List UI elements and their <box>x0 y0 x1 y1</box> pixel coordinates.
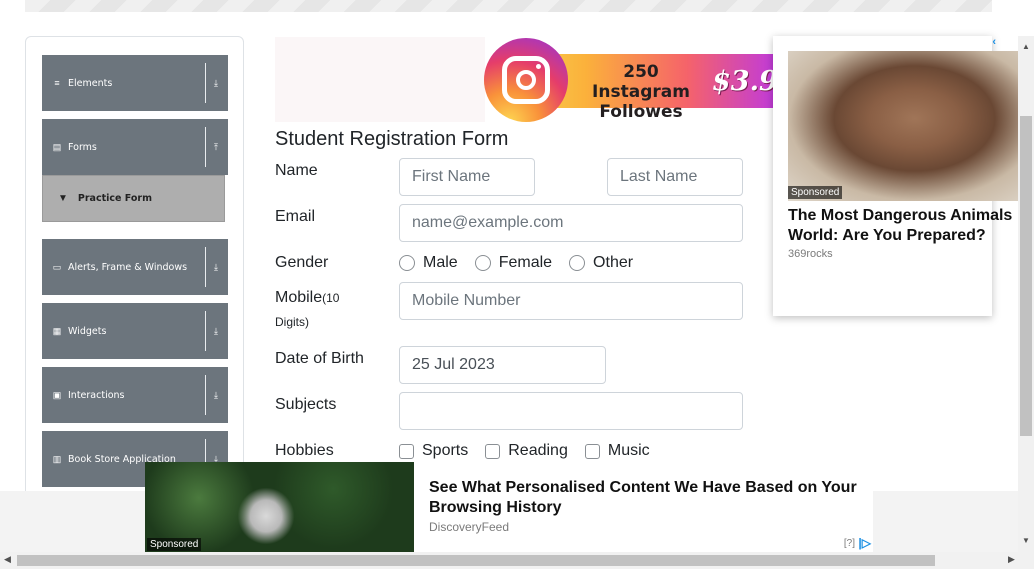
sidebar-group-label: Alerts, Frame & Windows <box>68 261 188 273</box>
sidebar-group-alerts[interactable]: ▭ Alerts, Frame & Windows ⤓ <box>42 239 228 295</box>
html5-icon: ▼ <box>58 193 68 204</box>
faded-ad-image <box>275 37 485 122</box>
scroll-thumb[interactable] <box>1020 116 1032 436</box>
dob-label: Date of Birth <box>275 350 364 367</box>
email-input[interactable]: name@example.com <box>399 204 743 242</box>
right-sponsored-ad[interactable]: ‹ Sponsored The Most Dangerous Animals W… <box>773 36 1018 316</box>
divider <box>205 63 206 103</box>
sidebar-group-label: Forms <box>68 141 97 153</box>
checkbox[interactable] <box>485 443 501 459</box>
mobile-hint-2: Digits) <box>275 315 310 329</box>
ad-source: DiscoveryFeed <box>429 520 510 534</box>
gender-label: Gender <box>275 254 329 271</box>
scroll-thumb[interactable] <box>17 555 935 566</box>
ad-image <box>788 51 1018 201</box>
collapse-arrow-icon: ⤒ <box>214 141 218 152</box>
sidebar-group-label: Elements <box>68 77 113 89</box>
last-name-input[interactable]: Last Name <box>607 158 743 196</box>
scroll-left-icon[interactable]: ◀ <box>4 554 11 565</box>
sidebar-group-interactions[interactable]: ▣ Interactions ⤓ <box>42 367 228 423</box>
book-icon: ▥ <box>52 453 62 464</box>
window-icon: ▭ <box>52 261 62 272</box>
email-label: Email <box>275 208 316 225</box>
radio-button[interactable] <box>569 255 586 271</box>
checkbox[interactable] <box>584 443 600 459</box>
adchoices-icon[interactable]: |▷ <box>858 536 871 550</box>
page-viewport: ≡ Elements ⤓ ▤ Forms ⤒ ▼ Practice Form ▭… <box>0 0 1034 569</box>
instagram-ad-price: $3.99 <box>712 66 774 97</box>
gender-radio-group: Male Female Other <box>399 254 650 272</box>
form-icon: ▤ <box>52 141 62 152</box>
expand-arrow-icon: ⤓ <box>214 389 218 400</box>
horizontal-scrollbar[interactable]: ◀ ▶ <box>0 552 1034 569</box>
sidebar-group-label: Widgets <box>68 325 107 337</box>
divider <box>205 127 206 167</box>
form-title: Student Registration Form <box>275 128 509 150</box>
mobile-input[interactable]: Mobile Number <box>399 282 743 320</box>
mobile-hint: (10 <box>322 291 340 305</box>
mobile-label: Mobile(10 Digits) <box>275 289 340 329</box>
instagram-icon <box>484 38 568 122</box>
scroll-right-icon[interactable]: ▶ <box>1008 554 1015 565</box>
sidebar-item-label: Practice Form <box>77 193 152 204</box>
sidebar-group-widgets[interactable]: ▦ Widgets ⤓ <box>42 303 228 359</box>
sidebar-group-label: Interactions <box>68 389 125 401</box>
gender-option-female[interactable]: Female <box>474 254 552 272</box>
hobby-option-sports[interactable]: Sports <box>399 442 468 460</box>
gender-option-other[interactable]: Other <box>569 254 633 272</box>
hobby-option-music[interactable]: Music <box>584 442 650 460</box>
adchoices-icon[interactable]: ‹ <box>992 36 996 48</box>
hobbies-checkbox-group: Sports Reading Music <box>399 442 667 460</box>
sponsored-badge: Sponsored <box>147 538 202 551</box>
first-name-input[interactable]: First Name <box>399 158 535 196</box>
sidebar-group-forms[interactable]: ▤ Forms ⤒ <box>42 119 228 175</box>
list-icon: ≡ <box>54 78 60 88</box>
radio-button[interactable] <box>399 255 415 271</box>
radio-button[interactable] <box>474 255 491 271</box>
ad-source: 369rocks <box>788 248 833 260</box>
widgets-icon: ▦ <box>52 325 62 336</box>
sidebar: ≡ Elements ⤓ ▤ Forms ⤒ ▼ Practice Form ▭… <box>25 36 244 506</box>
ad-headline[interactable]: The Most Dangerous Animals World: Are Yo… <box>788 206 1028 246</box>
hobbies-label: Hobbies <box>275 442 334 459</box>
subjects-label: Subjects <box>275 396 337 413</box>
gender-option-male[interactable]: Male <box>399 254 458 272</box>
sidebar-group-elements[interactable]: ≡ Elements ⤓ <box>42 55 228 111</box>
sidebar-item-practice-form[interactable]: ▼ Practice Form <box>42 175 225 222</box>
scroll-down-icon[interactable]: ▼ <box>1022 536 1030 545</box>
vertical-scrollbar[interactable]: ▲ ▼ <box>1018 36 1034 552</box>
top-banner-strip <box>25 0 992 12</box>
divider <box>205 247 206 287</box>
checkbox[interactable] <box>399 443 414 459</box>
scroll-up-icon[interactable]: ▲ <box>1022 42 1030 51</box>
divider <box>205 375 206 415</box>
ad-headline[interactable]: See What Personalised Content We Have Ba… <box>429 478 869 518</box>
dob-input[interactable]: 25 Jul 2023 <box>399 346 606 384</box>
expand-arrow-icon: ⤓ <box>214 77 218 88</box>
bottom-sponsored-ad[interactable]: Sponsored See What Personalised Content … <box>145 462 873 552</box>
sponsored-badge: Sponsored <box>788 186 843 199</box>
ad-info-icon[interactable]: [?] <box>844 538 855 549</box>
subjects-input[interactable] <box>399 392 743 430</box>
divider <box>205 311 206 351</box>
name-label: Name <box>275 162 318 179</box>
instagram-ad-text: 250 Instagram Followes <box>592 62 690 122</box>
expand-arrow-icon: ⤓ <box>214 325 218 336</box>
interactions-icon: ▣ <box>52 389 62 400</box>
expand-arrow-icon: ⤓ <box>214 261 218 272</box>
instagram-ad-banner[interactable]: 250 Instagram Followes $3.99 <box>484 38 774 122</box>
hobby-option-reading[interactable]: Reading <box>485 442 568 460</box>
